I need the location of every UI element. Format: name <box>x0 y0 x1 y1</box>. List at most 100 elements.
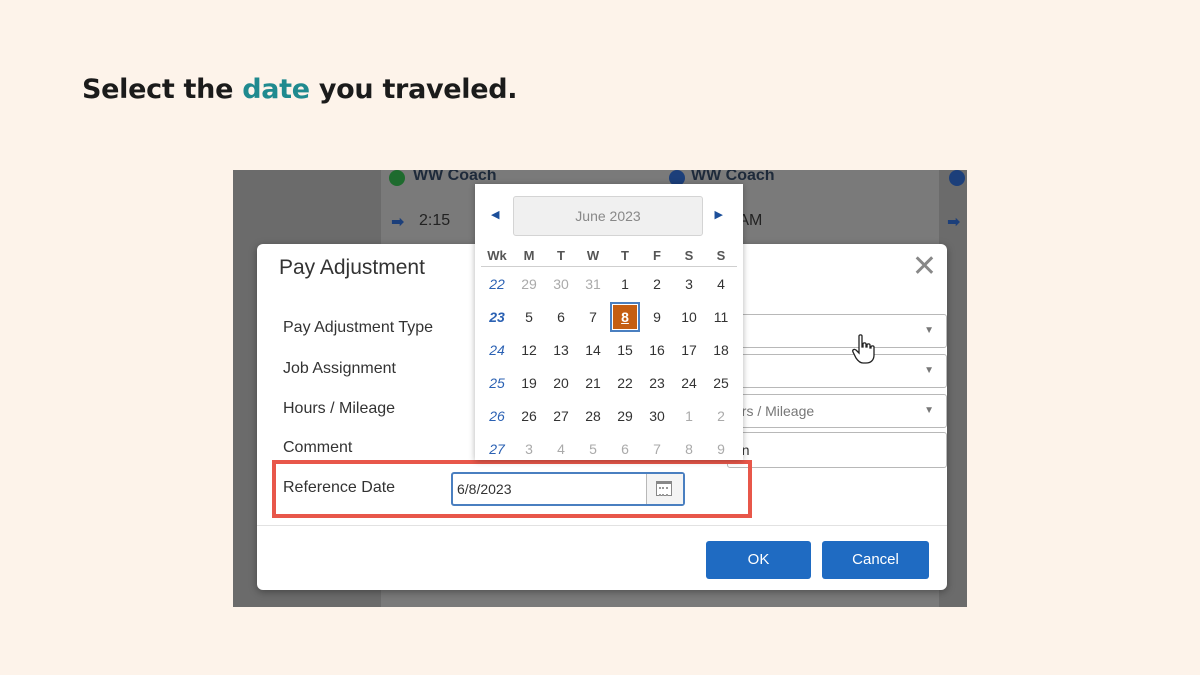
calendar-day[interactable]: 6 <box>545 300 577 333</box>
caret-down-icon: ▼ <box>924 365 934 376</box>
dialog-divider <box>257 525 947 526</box>
arrow-right-icon: ➡ <box>391 212 405 231</box>
calendar-week-row: 26 26 27 28 29 30 1 2 <box>481 399 737 432</box>
calendar-day[interactable]: 9 <box>641 300 673 333</box>
arrow-right-icon: ➡ <box>947 212 961 231</box>
calendar-day[interactable]: 29 <box>609 399 641 432</box>
calendar-day[interactable]: 26 <box>513 399 545 432</box>
calendar-week-row: 24 12 13 14 15 16 17 18 <box>481 333 737 366</box>
week-number: 26 <box>489 407 505 424</box>
arrow-circle-icon <box>389 170 405 186</box>
circle-icon <box>949 170 965 186</box>
calendar-day[interactable]: 16 <box>641 333 673 366</box>
week-number: 25 <box>489 374 505 391</box>
calendar-day-selected[interactable]: 8 <box>609 300 641 333</box>
calendar-day[interactable]: 1 <box>609 267 641 301</box>
calendar-day[interactable]: 22 <box>609 366 641 399</box>
calendar-day[interactable]: 4 <box>545 432 577 465</box>
hours-mileage-value: urs / Mileage <box>734 403 815 419</box>
calendar-day[interactable]: 10 <box>673 300 705 333</box>
calendar-day[interactable]: 21 <box>577 366 609 399</box>
week-number: 27 <box>489 440 505 457</box>
calendar-day[interactable]: 31 <box>577 267 609 301</box>
bg-left-time: 2:15 <box>419 212 451 229</box>
calendar-day[interactable]: 2 <box>641 267 673 301</box>
calendar-day[interactable]: 7 <box>577 300 609 333</box>
hours-mileage-select[interactable]: urs / Mileage ▼ <box>727 394 947 428</box>
calendar-day[interactable]: 29 <box>513 267 545 301</box>
week-number-header: Wk <box>481 244 513 267</box>
reference-date-highlight <box>272 460 752 518</box>
weekday-header: S <box>673 244 705 267</box>
bg-right-title: WW Coach <box>691 170 775 184</box>
heading-suffix: you traveled. <box>318 74 518 105</box>
calendar-day[interactable]: 12 <box>513 333 545 366</box>
calendar-day[interactable]: 3 <box>513 432 545 465</box>
calendar-day[interactable]: 30 <box>545 267 577 301</box>
week-number: 22 <box>489 275 505 292</box>
calendar-day[interactable]: 13 <box>545 333 577 366</box>
week-number: 23 <box>489 308 505 325</box>
calendar-day[interactable]: 27 <box>545 399 577 432</box>
comment-label: Comment <box>283 439 353 456</box>
caret-down-icon: ▼ <box>924 405 934 416</box>
calendar-day[interactable]: 6 <box>609 432 641 465</box>
close-icon[interactable]: ✕ <box>912 252 937 282</box>
week-number: 24 <box>489 341 505 358</box>
heading-prefix: Select the <box>82 74 234 105</box>
cancel-button[interactable]: Cancel <box>822 541 929 579</box>
prev-month-icon[interactable]: ◀ <box>491 208 499 221</box>
calendar-week-row: 23 5 6 7 8 9 10 11 <box>481 300 737 333</box>
calendar-day[interactable]: 4 <box>705 267 737 301</box>
calendar-day[interactable]: 20 <box>545 366 577 399</box>
calendar-day[interactable]: 24 <box>673 366 705 399</box>
weekday-header: W <box>577 244 609 267</box>
weekday-header: M <box>513 244 545 267</box>
instruction-heading: Select the date you traveled. <box>82 74 518 105</box>
weekday-header: F <box>641 244 673 267</box>
job-assignment-select[interactable]: ▼ <box>727 354 947 388</box>
calendar-grid: Wk M T W T F S S 22 29 30 31 1 2 3 4 23 5 6 7 8 9 10 11 24 12 13 1… <box>481 244 737 465</box>
calendar-day[interactable]: 17 <box>673 333 705 366</box>
screenshot-frame: WW Coach WW Coach ➡ 2:15 00 AM ➡ Pay Adj… <box>233 170 967 607</box>
comment-field[interactable]: on <box>727 432 947 468</box>
calendar-month-title[interactable]: June 2023 <box>513 196 703 236</box>
calendar-day[interactable]: 9 <box>705 432 737 465</box>
dialog-title: Pay Adjustment <box>279 256 425 279</box>
calendar-day[interactable]: 15 <box>609 333 641 366</box>
calendar-day[interactable]: 30 <box>641 399 673 432</box>
hand-cursor-icon <box>852 334 875 364</box>
calendar-week-row: 22 29 30 31 1 2 3 4 <box>481 267 737 301</box>
calendar-day[interactable]: 3 <box>673 267 705 301</box>
calendar-day[interactable]: 5 <box>577 432 609 465</box>
weekday-header: T <box>545 244 577 267</box>
pay-adjustment-type-label: Pay Adjustment Type <box>283 319 434 336</box>
job-assignment-label: Job Assignment <box>283 360 396 377</box>
calendar-day[interactable]: 19 <box>513 366 545 399</box>
calendar-day[interactable]: 23 <box>641 366 673 399</box>
selected-day-label: 8 <box>610 301 640 332</box>
hours-mileage-label: Hours / Mileage <box>283 400 396 417</box>
calendar-day[interactable]: 14 <box>577 333 609 366</box>
calendar-day[interactable]: 11 <box>705 300 737 333</box>
calendar-day[interactable]: 7 <box>641 432 673 465</box>
pay-adjustment-dialog: Pay Adjustment ✕ Pay Adjustment Type Job… <box>257 184 947 590</box>
calendar-day[interactable]: 28 <box>577 399 609 432</box>
weekday-header: S <box>705 244 737 267</box>
calendar-day[interactable]: 2 <box>705 399 737 432</box>
caret-down-icon: ▼ <box>924 325 934 336</box>
date-picker-popup: ◀ June 2023 ▶ Wk M T W T F S S 22 29 30 31 1 2 3 4 23 5 6… <box>475 184 875 460</box>
ok-button[interactable]: OK <box>706 541 811 579</box>
calendar-week-row: 25 19 20 21 22 23 24 25 <box>481 366 737 399</box>
calendar-day[interactable]: 5 <box>513 300 545 333</box>
next-month-icon[interactable]: ▶ <box>715 208 723 221</box>
calendar-week-row: 27 3 4 5 6 7 8 9 <box>481 432 737 465</box>
calendar-day[interactable]: 25 <box>705 366 737 399</box>
heading-highlight: date <box>242 74 310 105</box>
calendar-day[interactable]: 18 <box>705 333 737 366</box>
weekday-header: T <box>609 244 641 267</box>
calendar-day[interactable]: 8 <box>673 432 705 465</box>
calendar-day[interactable]: 1 <box>673 399 705 432</box>
bg-left-title: WW Coach <box>413 170 497 184</box>
pay-adjustment-type-select[interactable]: ▼ <box>727 314 947 348</box>
